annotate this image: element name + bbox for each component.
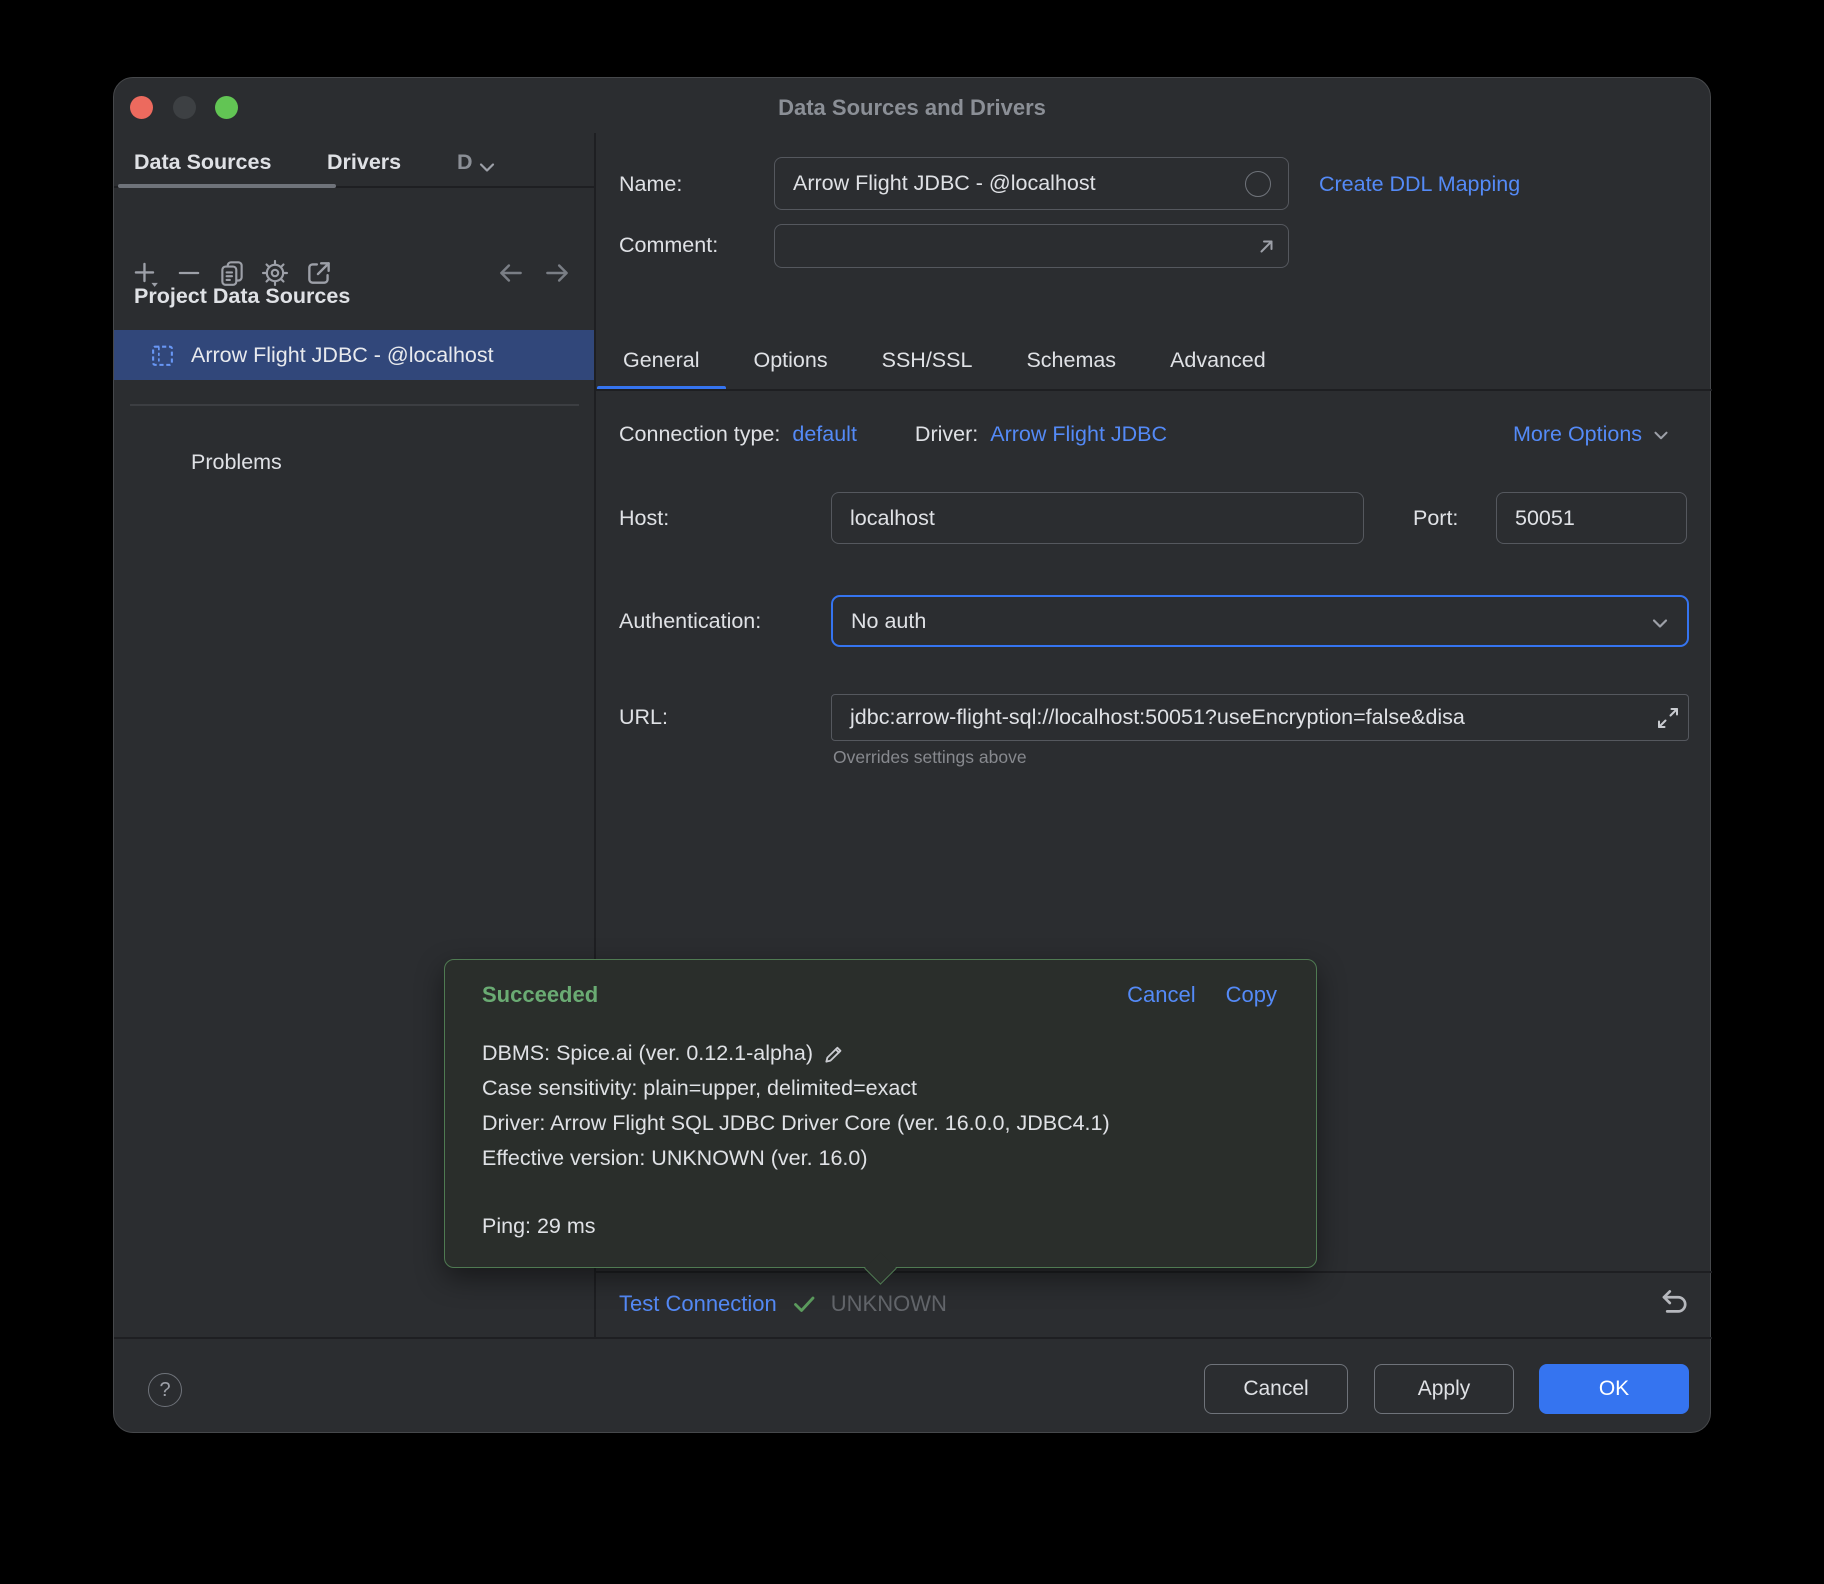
tab-data-sources[interactable]: Data Sources bbox=[134, 150, 271, 175]
more-options[interactable]: More Options bbox=[1513, 422, 1673, 447]
tab-ddl-truncated[interactable]: D bbox=[457, 150, 473, 175]
url-note: Overrides settings above bbox=[833, 747, 1027, 768]
status-badge: UNKNOWN bbox=[831, 1291, 947, 1317]
test-connection-link[interactable]: Test Connection bbox=[619, 1291, 777, 1317]
host-value: localhost bbox=[850, 506, 935, 531]
popup-copy-link[interactable]: Copy bbox=[1226, 982, 1277, 1008]
tab-schemas[interactable]: Schemas bbox=[1000, 330, 1142, 390]
popup-line-version: Effective version: UNKNOWN (ver. 16.0) bbox=[482, 1141, 1286, 1176]
chevron-down-icon bbox=[1647, 610, 1673, 636]
connection-type-row: Connection type: default Driver: Arrow F… bbox=[619, 422, 1167, 447]
check-icon bbox=[790, 1290, 818, 1318]
test-connection-popup: Succeeded Cancel Copy DBMS: Spice.ai (ve… bbox=[444, 959, 1317, 1268]
form-tab-strip: General Options SSH/SSL Schemas Advanced bbox=[597, 330, 1292, 390]
popup-ping: Ping: 29 ms bbox=[482, 1209, 1286, 1244]
ok-button[interactable]: OK bbox=[1539, 1364, 1689, 1414]
url-label: URL: bbox=[619, 705, 668, 730]
tab-ssh-ssl[interactable]: SSH/SSL bbox=[856, 330, 999, 390]
data-sources-dialog: Data Sources and Drivers Data Sources Dr… bbox=[113, 77, 1711, 1433]
expand-both-icon[interactable] bbox=[1654, 704, 1682, 732]
authentication-value: No auth bbox=[851, 609, 926, 634]
section-header: Project Data Sources bbox=[134, 284, 350, 309]
more-options-label: More Options bbox=[1513, 422, 1642, 447]
connection-type-label: Connection type: bbox=[619, 422, 780, 447]
cancel-button[interactable]: Cancel bbox=[1204, 1364, 1348, 1414]
port-input[interactable]: 50051 bbox=[1496, 492, 1687, 544]
port-label: Port: bbox=[1413, 506, 1458, 531]
spinner-circle-icon bbox=[1245, 171, 1271, 197]
comment-input[interactable] bbox=[774, 224, 1289, 268]
tab-drivers[interactable]: Drivers bbox=[327, 150, 401, 175]
chevron-down-icon[interactable] bbox=[474, 154, 500, 180]
name-input[interactable]: Arrow Flight JDBC - @localhost bbox=[774, 157, 1289, 210]
list-item-label: Arrow Flight JDBC - @localhost bbox=[191, 343, 494, 368]
chevron-down-icon bbox=[1649, 423, 1673, 447]
help-icon[interactable]: ? bbox=[148, 1373, 182, 1407]
name-label: Name: bbox=[619, 172, 682, 197]
sidebar-item-problems[interactable]: Problems bbox=[191, 450, 282, 475]
authentication-label: Authentication: bbox=[619, 609, 761, 634]
forward-icon[interactable] bbox=[542, 258, 572, 288]
driver-link[interactable]: Arrow Flight JDBC bbox=[990, 422, 1167, 447]
driver-label: Driver: bbox=[915, 422, 978, 447]
name-value: Arrow Flight JDBC - @localhost bbox=[793, 171, 1096, 196]
url-input[interactable]: jdbc:arrow-flight-sql://localhost:50051?… bbox=[831, 694, 1689, 741]
popup-caret bbox=[864, 1252, 897, 1285]
tab-advanced[interactable]: Advanced bbox=[1144, 330, 1292, 390]
expand-icon[interactable] bbox=[1253, 233, 1280, 260]
pencil-icon[interactable] bbox=[822, 1041, 847, 1066]
active-tab-underline bbox=[118, 184, 336, 188]
back-icon[interactable] bbox=[496, 258, 526, 288]
popup-cancel-link[interactable]: Cancel bbox=[1127, 982, 1195, 1008]
tab-general[interactable]: General bbox=[597, 330, 726, 390]
list-item-selected[interactable]: Arrow Flight JDBC - @localhost bbox=[114, 330, 595, 380]
popup-line-case: Case sensitivity: plain=upper, delimited… bbox=[482, 1071, 1286, 1106]
popup-line-dbms: DBMS: Spice.ai (ver. 0.12.1-alpha) bbox=[482, 1036, 1286, 1071]
host-label: Host: bbox=[619, 506, 669, 531]
apply-button[interactable]: Apply bbox=[1374, 1364, 1514, 1414]
authentication-select[interactable]: No auth bbox=[831, 595, 1689, 647]
host-input[interactable]: localhost bbox=[831, 492, 1364, 544]
undo-icon[interactable] bbox=[1655, 1285, 1691, 1321]
create-ddl-mapping-link[interactable]: Create DDL Mapping bbox=[1319, 172, 1520, 197]
datasource-icon bbox=[150, 343, 175, 368]
comment-label: Comment: bbox=[619, 233, 718, 258]
popup-line-driver: Driver: Arrow Flight SQL JDBC Driver Cor… bbox=[482, 1106, 1286, 1141]
status-succeeded: Succeeded bbox=[482, 982, 598, 1008]
tab-options[interactable]: Options bbox=[728, 330, 854, 390]
url-value: jdbc:arrow-flight-sql://localhost:50051?… bbox=[850, 705, 1465, 730]
page-title: Data Sources and Drivers bbox=[114, 95, 1710, 121]
connection-type-link[interactable]: default bbox=[792, 422, 857, 447]
port-value: 50051 bbox=[1515, 506, 1575, 531]
